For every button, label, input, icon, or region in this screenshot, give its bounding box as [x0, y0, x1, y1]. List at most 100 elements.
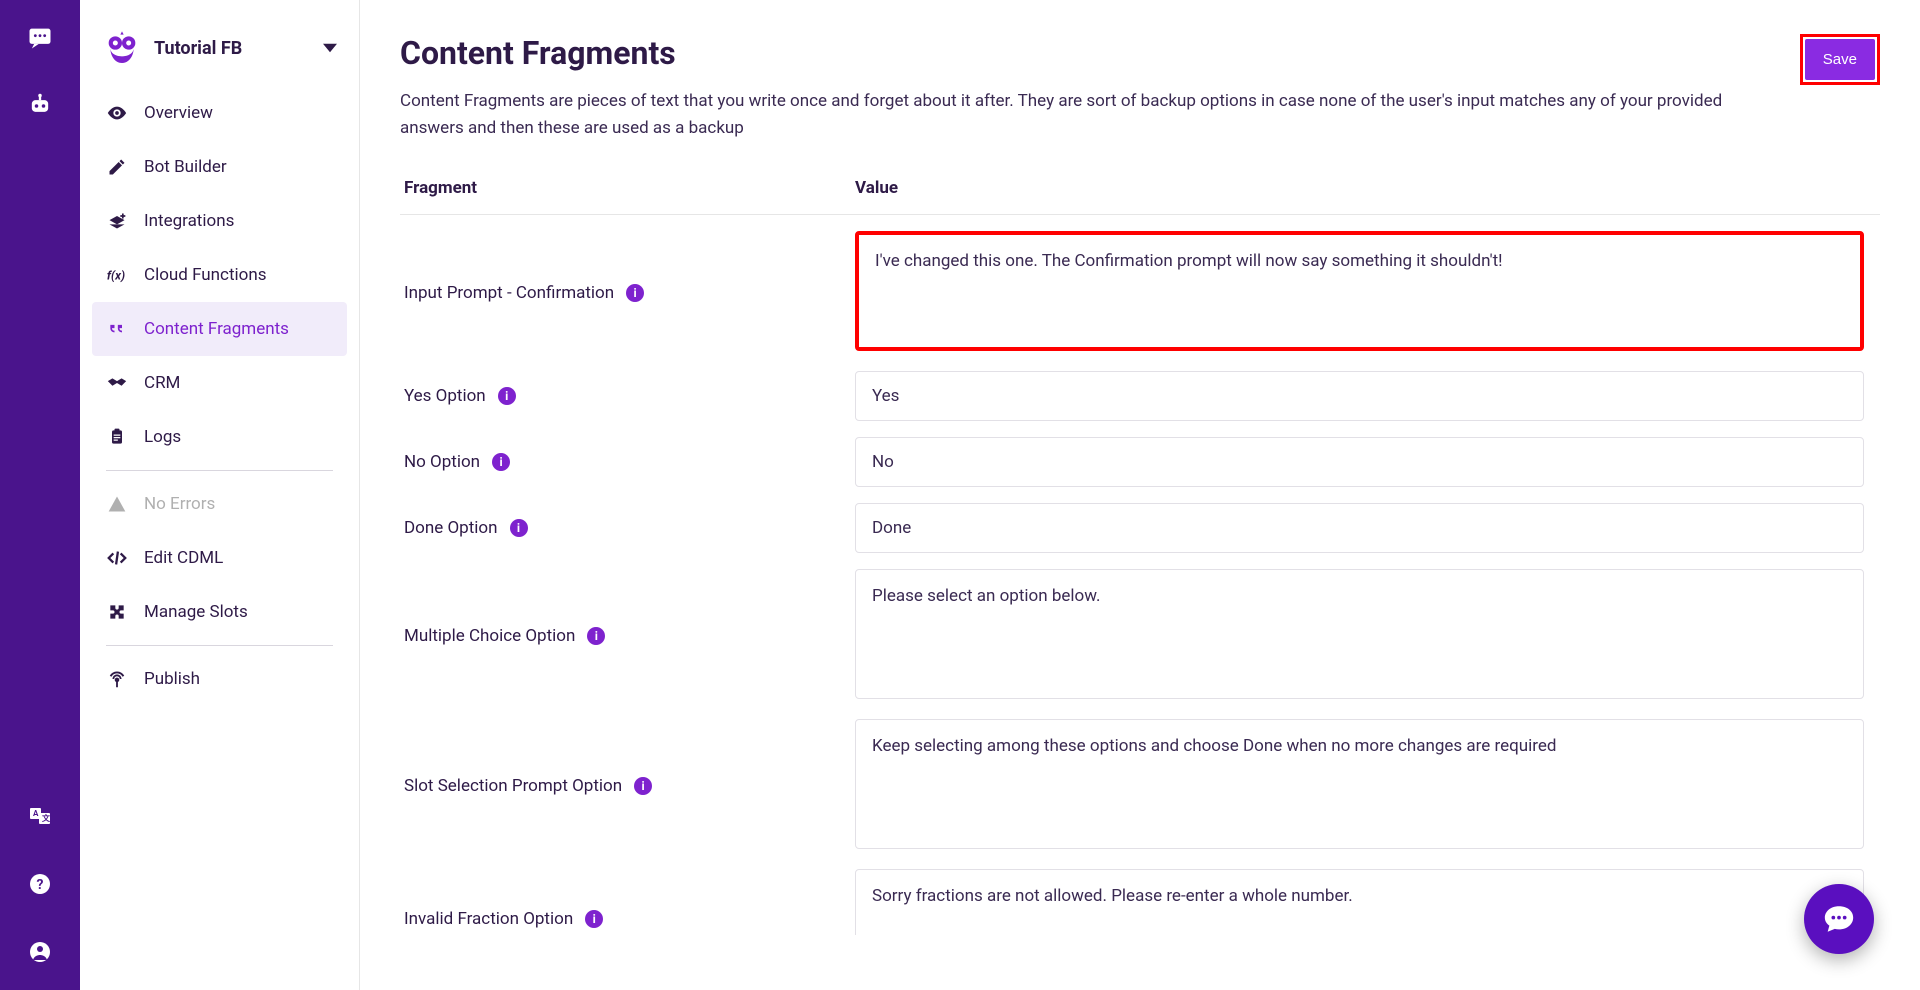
fragment-label: Invalid Fraction Option i — [400, 869, 855, 935]
fragment-label-text: Invalid Fraction Option — [404, 909, 573, 929]
nav-label: Edit CDML — [144, 548, 223, 568]
nav-label: Manage Slots — [144, 602, 248, 622]
info-icon[interactable]: i — [634, 777, 652, 795]
fragment-label-text: Input Prompt - Confirmation — [404, 283, 614, 303]
account-icon[interactable] — [26, 938, 54, 966]
nav-divider — [106, 645, 333, 646]
project-name: Tutorial FB — [154, 38, 311, 59]
save-button[interactable]: Save — [1805, 39, 1875, 80]
nav-divider — [106, 470, 333, 471]
nav-overview[interactable]: Overview — [92, 86, 347, 140]
code-icon — [106, 547, 128, 569]
fragment-value-input[interactable] — [855, 503, 1864, 553]
warning-icon — [106, 493, 128, 515]
nav: Overview Bot Builder Integrations f(x) C… — [92, 86, 347, 706]
fragment-value-cell — [855, 503, 1864, 553]
fragment-row: Slot Selection Prompt Option i — [400, 719, 1864, 853]
svg-text:文: 文 — [42, 813, 51, 823]
sidebar: Tutorial FB Overview Bot Builder Integra… — [80, 0, 360, 990]
info-icon[interactable]: i — [510, 519, 528, 537]
fragment-value-cell — [855, 869, 1864, 935]
nav-label: No Errors — [144, 494, 215, 514]
column-header-fragment: Fragment — [400, 178, 855, 198]
fragment-label: Done Option i — [400, 503, 855, 553]
main-content: Content Fragments Content Fragments are … — [360, 0, 1920, 990]
caret-down-icon — [323, 41, 337, 55]
nav-label: Overview — [144, 103, 213, 123]
chat-fab[interactable] — [1804, 884, 1874, 954]
save-button-highlight: Save — [1800, 34, 1880, 85]
nav-label: Integrations — [144, 211, 234, 231]
nav-label: Logs — [144, 427, 181, 447]
nav-cloud-functions[interactable]: f(x) Cloud Functions — [92, 248, 347, 302]
pencil-icon — [106, 156, 128, 178]
fragment-value-input[interactable] — [855, 231, 1864, 351]
nav-publish[interactable]: Publish — [92, 652, 347, 706]
fragments-list[interactable]: Input Prompt - ConfirmationiYes OptioniN… — [400, 215, 1880, 935]
fragment-row: Invalid Fraction Option i — [400, 869, 1864, 935]
fragment-row: Done Option i — [400, 503, 1864, 553]
nav-label: Content Fragments — [144, 319, 289, 339]
project-switcher[interactable]: Tutorial FB — [92, 24, 347, 86]
nav-label: Bot Builder — [144, 157, 227, 177]
fragment-value-cell — [855, 719, 1864, 853]
fragment-value-cell — [855, 437, 1864, 487]
fragment-value-input[interactable] — [855, 371, 1864, 421]
nav-integrations[interactable]: Integrations — [92, 194, 347, 248]
info-icon[interactable]: i — [585, 910, 603, 928]
info-icon[interactable]: i — [498, 387, 516, 405]
fragment-label: Yes Option i — [400, 371, 855, 421]
fragment-label-text: Done Option — [404, 518, 498, 538]
fragment-label: Input Prompt - Confirmation i — [400, 231, 855, 355]
nav-manage-slots[interactable]: Manage Slots — [92, 585, 347, 639]
nav-content-fragments[interactable]: Content Fragments — [92, 302, 347, 356]
fragment-value-input[interactable] — [855, 719, 1864, 849]
function-icon: f(x) — [106, 264, 128, 286]
stack-plus-icon — [106, 210, 128, 232]
help-icon[interactable]: ? — [26, 870, 54, 898]
svg-text:?: ? — [37, 877, 44, 893]
quote-icon — [106, 318, 128, 340]
info-icon[interactable]: i — [587, 627, 605, 645]
info-icon[interactable]: i — [626, 284, 644, 302]
fragment-row: Input Prompt - Confirmation i — [400, 231, 1864, 355]
fragment-label: No Option i — [400, 437, 855, 487]
page-title: Content Fragments — [400, 34, 1780, 72]
fragment-row: Yes Option i — [400, 371, 1864, 421]
chat-bubble-icon[interactable] — [26, 24, 54, 52]
page-description: Content Fragments are pieces of text tha… — [400, 88, 1752, 142]
clipboard-icon — [106, 426, 128, 448]
broadcast-icon — [106, 668, 128, 690]
info-icon[interactable]: i — [492, 453, 510, 471]
eye-icon — [106, 102, 128, 124]
fragment-label-text: Multiple Choice Option — [404, 626, 575, 646]
fragment-label-text: Slot Selection Prompt Option — [404, 776, 622, 796]
nav-no-errors[interactable]: No Errors — [92, 477, 347, 531]
nav-logs[interactable]: Logs — [92, 410, 347, 464]
fragment-row: No Option i — [400, 437, 1864, 487]
fragment-value-input[interactable] — [855, 437, 1864, 487]
chat-ellipsis-icon — [1822, 902, 1856, 936]
fragment-value-input[interactable] — [855, 869, 1864, 935]
owl-logo-icon — [102, 28, 142, 68]
handshake-icon — [106, 372, 128, 394]
fragment-label-text: Yes Option — [404, 386, 486, 406]
fragment-value-cell — [855, 569, 1864, 703]
nav-crm[interactable]: CRM — [92, 356, 347, 410]
nav-label: CRM — [144, 373, 180, 393]
nav-bot-builder[interactable]: Bot Builder — [92, 140, 347, 194]
fragment-value-cell — [855, 371, 1864, 421]
translate-icon[interactable]: A文 — [26, 802, 54, 830]
fragment-label: Multiple Choice Option i — [400, 569, 855, 703]
column-header-value: Value — [855, 178, 898, 198]
fragment-row: Multiple Choice Option i — [400, 569, 1864, 703]
fragment-label-text: No Option — [404, 452, 480, 472]
fragment-value-input[interactable] — [855, 569, 1864, 699]
nav-label: Cloud Functions — [144, 265, 267, 285]
puzzle-icon — [106, 601, 128, 623]
table-header-row: Fragment Value — [400, 178, 1880, 215]
nav-edit-cdml[interactable]: Edit CDML — [92, 531, 347, 585]
fragment-label: Slot Selection Prompt Option i — [400, 719, 855, 853]
svg-text:f(x): f(x) — [107, 269, 125, 283]
bot-icon[interactable] — [26, 92, 54, 120]
